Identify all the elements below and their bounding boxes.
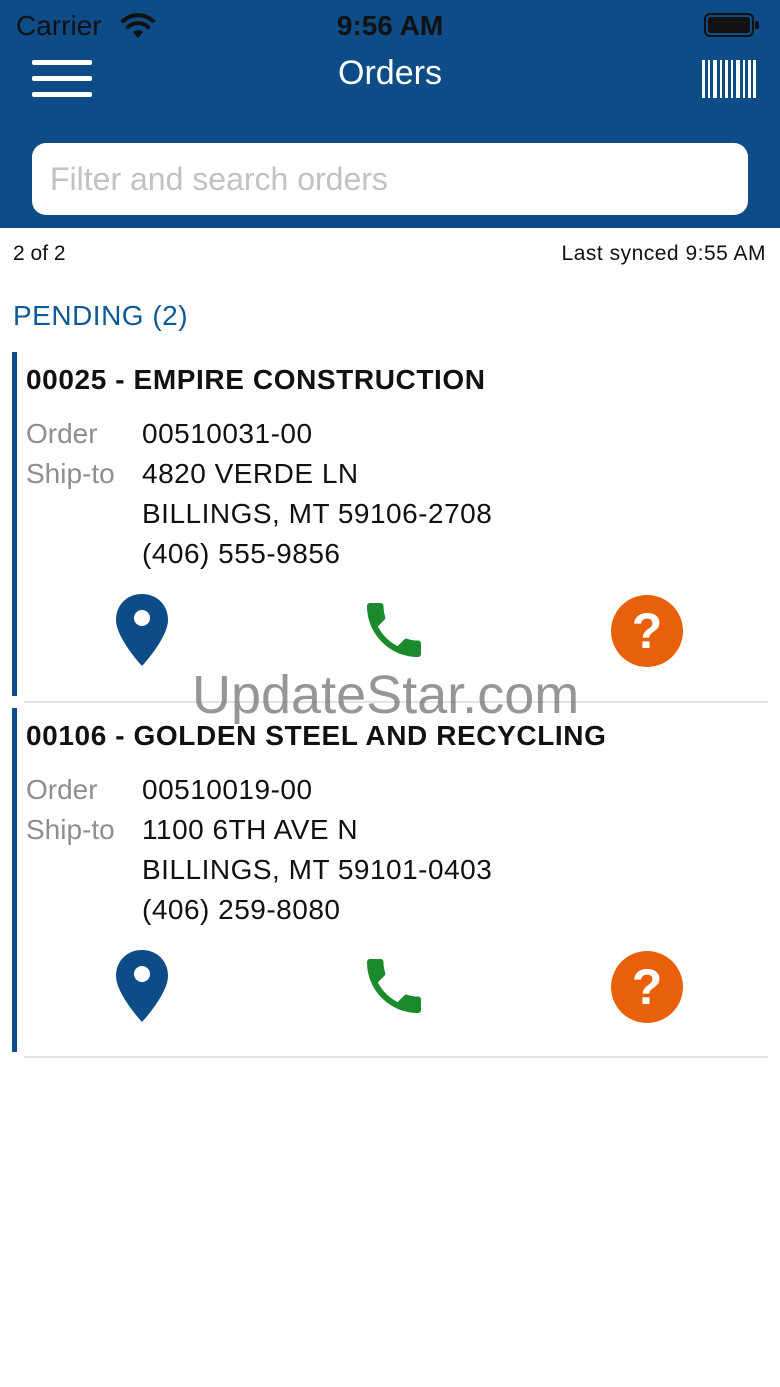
page-title: Orders (338, 54, 442, 92)
order-card[interactable]: 00025 - EMPIRE CONSTRUCTION Order 005100… (12, 352, 768, 696)
search-input[interactable]: Filter and search orders (32, 143, 748, 215)
order-label: Order (26, 418, 98, 449)
card-divider (24, 1056, 768, 1058)
help-icon[interactable]: ? (610, 950, 684, 1024)
svg-text:?: ? (632, 959, 663, 1015)
ship-address-line1: 4820 VERDE LN (142, 458, 359, 489)
ship-phone: (406) 259-8080 (142, 894, 341, 925)
location-pin-icon[interactable] (114, 948, 170, 1024)
card-accent-bar (12, 708, 17, 1052)
ship-phone: (406) 555-9856 (142, 538, 341, 569)
order-number: 00510031-00 (142, 418, 313, 449)
card-divider (24, 701, 768, 703)
barcode-icon[interactable] (702, 60, 756, 98)
search-placeholder: Filter and search orders (50, 161, 388, 197)
ship-address-line2: BILLINGS, MT 59101-0403 (142, 854, 493, 885)
order-card[interactable]: 00106 - GOLDEN STEEL AND RECYCLING Order… (12, 708, 768, 1052)
phone-icon[interactable] (358, 950, 430, 1022)
help-icon[interactable]: ? (610, 594, 684, 668)
order-label: Order (26, 774, 98, 805)
battery-icon (704, 13, 759, 37)
last-synced: Last synced 9:55 AM (561, 242, 766, 265)
order-number: 00510019-00 (142, 774, 313, 805)
ship-to-label: Ship-to (26, 458, 115, 489)
phone-icon[interactable] (358, 594, 430, 666)
section-header-pending: PENDING (2) (13, 300, 189, 331)
ship-address-line2: BILLINGS, MT 59106-2708 (142, 498, 493, 529)
order-title: 00106 - GOLDEN STEEL AND RECYCLING (26, 720, 607, 751)
app-header: Carrier 9:56 AM Orders Filter and search… (0, 0, 780, 228)
card-accent-bar (12, 352, 17, 696)
ship-address-line1: 1100 6TH AVE N (142, 814, 359, 845)
status-bar: Carrier 9:56 AM (0, 0, 780, 52)
svg-text:?: ? (632, 603, 663, 659)
order-title: 00025 - EMPIRE CONSTRUCTION (26, 364, 486, 395)
ship-to-label: Ship-to (26, 814, 115, 845)
result-count: 2 of 2 (13, 242, 66, 265)
location-pin-icon[interactable] (114, 592, 170, 668)
status-time: 9:56 AM (336, 10, 444, 41)
